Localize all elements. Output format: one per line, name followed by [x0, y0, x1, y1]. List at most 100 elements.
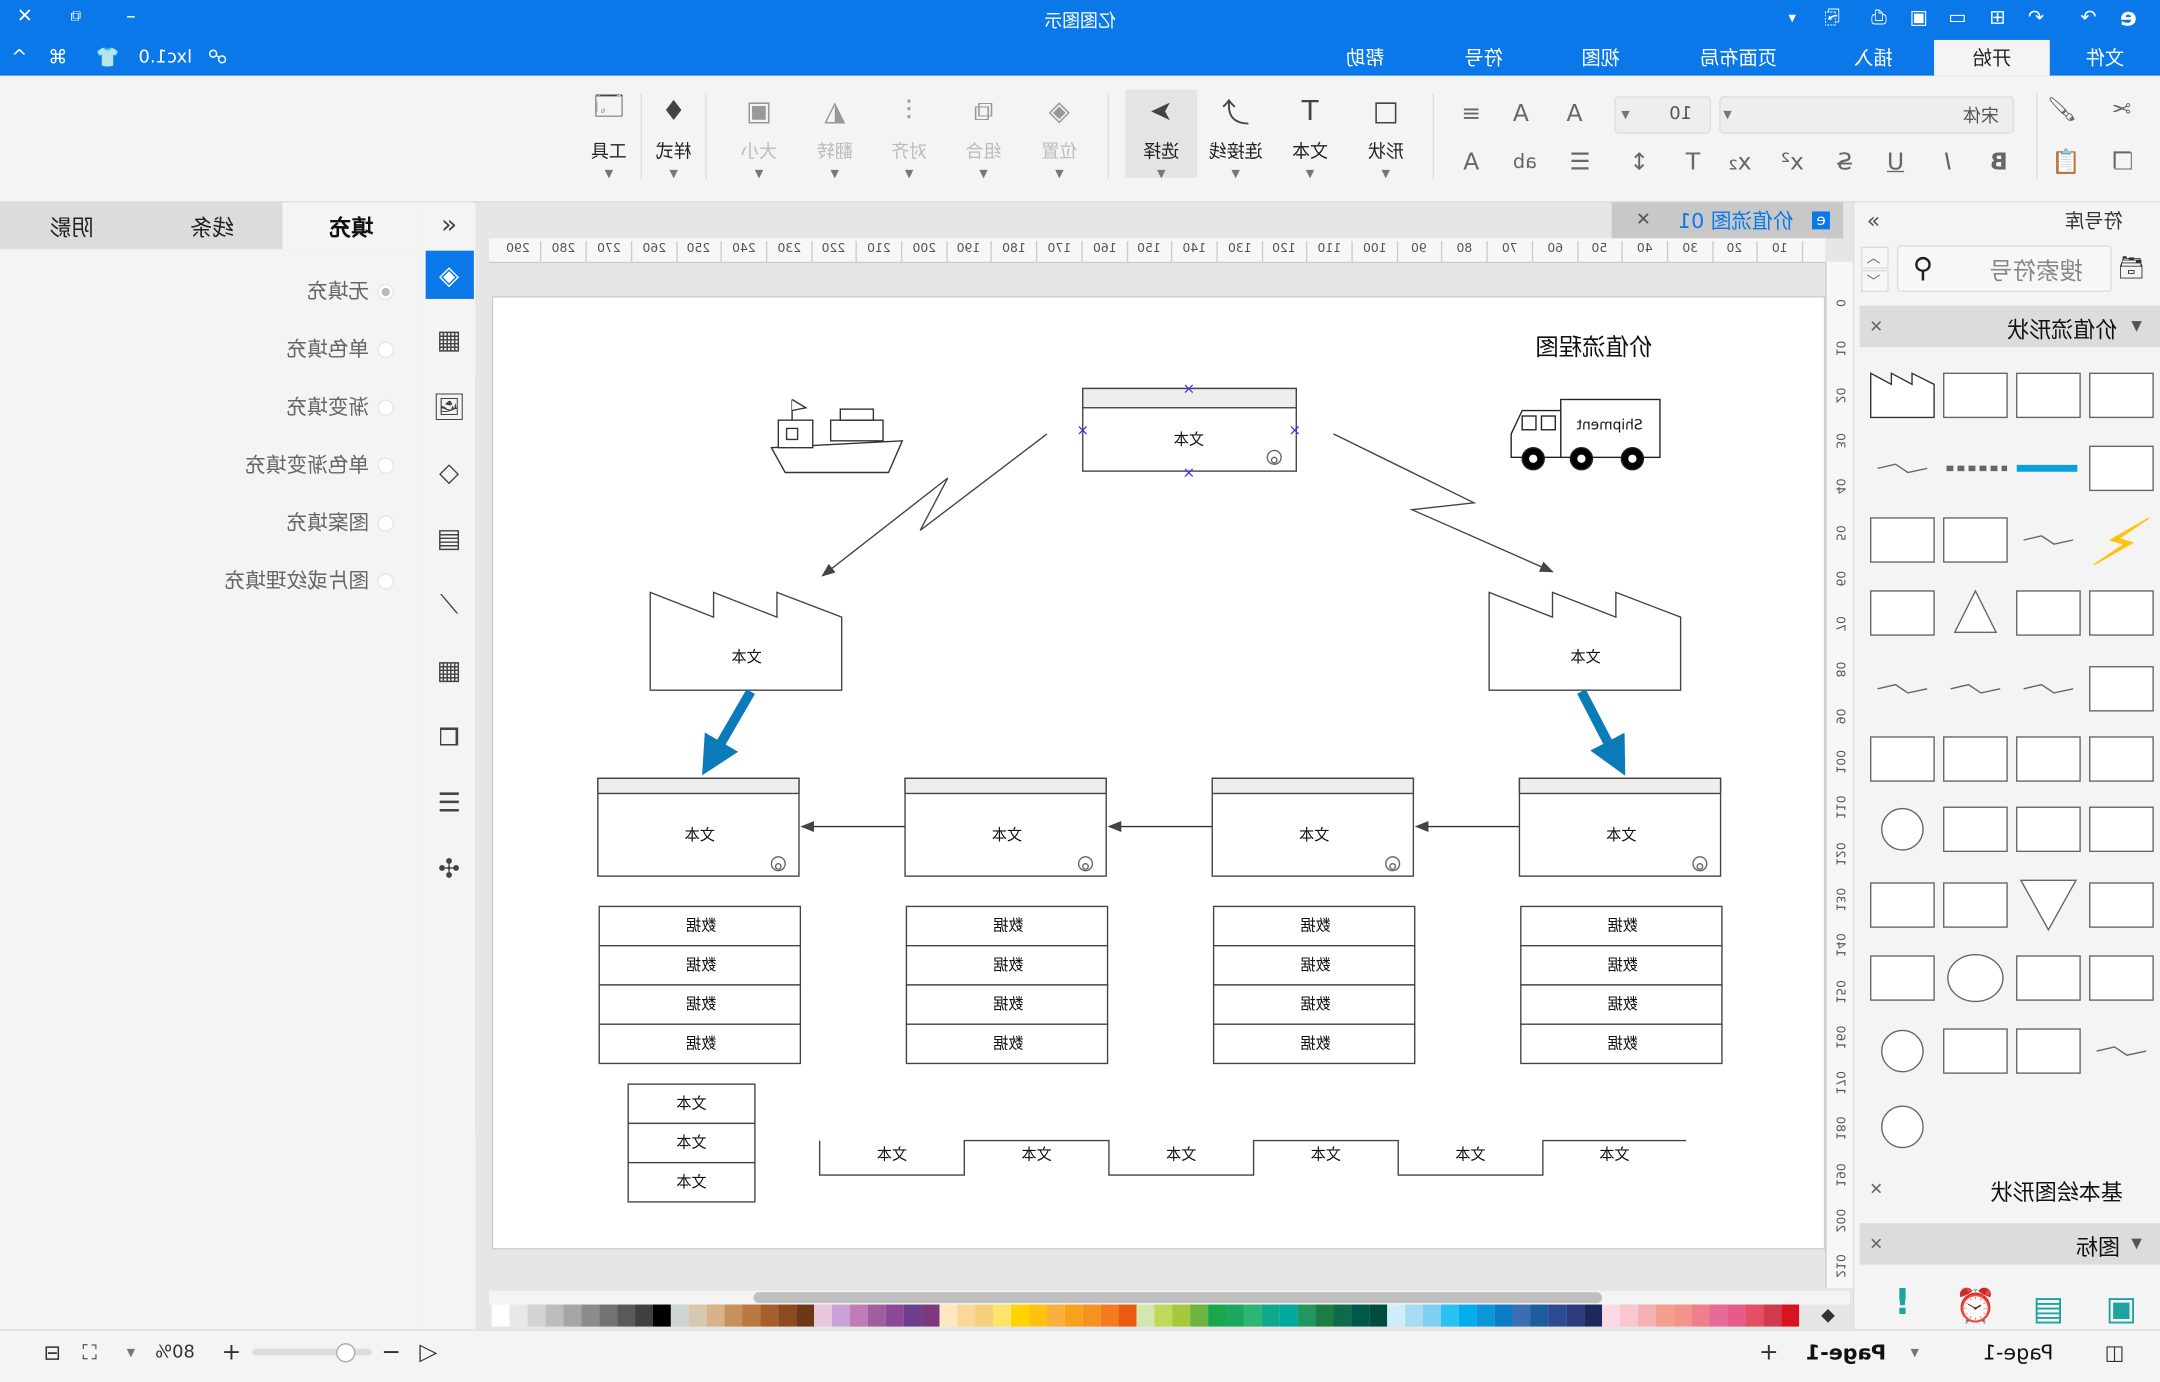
page-select[interactable]: Page-1	[1983, 1340, 2054, 1365]
tab-symbols[interactable]: 符号	[1464, 44, 1503, 72]
diagram-canvas[interactable]: 价值流程图文本×× ××Shipment文本 文本文本数据数据数据数据文本数据数据数…	[492, 296, 1823, 1247]
align-icon[interactable]: ⫶	[906, 94, 913, 127]
font-color-icon[interactable]: A	[1463, 149, 1479, 177]
ribbon-button-label[interactable]: 工具	[591, 137, 627, 164]
palette-swatch[interactable]	[1190, 1304, 1209, 1327]
zoom-dropdown-icon[interactable]: ▼	[127, 1347, 135, 1359]
alarm-clock-icon[interactable]: ⏰	[1955, 1287, 1996, 1326]
chevron-down-icon[interactable]: ▼	[905, 167, 913, 179]
chevron-down-icon[interactable]: ▼	[669, 167, 677, 179]
palette-swatch[interactable]	[1387, 1304, 1406, 1327]
palette-swatch[interactable]	[1584, 1304, 1603, 1327]
palette-swatch[interactable]	[1619, 1304, 1638, 1327]
palette-swatch[interactable]	[778, 1304, 797, 1327]
factory-shape[interactable]	[1488, 591, 1682, 691]
palette-swatch[interactable]	[1405, 1304, 1424, 1327]
palette-swatch[interactable]	[1136, 1304, 1155, 1327]
palette-swatch[interactable]	[1082, 1304, 1101, 1327]
fill-option-radio[interactable]	[377, 283, 394, 301]
refresh-icon[interactable]	[1881, 1105, 1924, 1149]
ribbon-button-label[interactable]: 组合	[966, 137, 1002, 164]
style-icon[interactable]: ♦	[661, 94, 686, 127]
palette-swatch[interactable]	[1727, 1304, 1746, 1327]
circle-icon[interactable]	[1881, 1029, 1924, 1073]
customer-box-icon[interactable]	[2016, 372, 2081, 419]
selection-handle[interactable]: ×	[1182, 379, 1195, 397]
palette-swatch[interactable]	[939, 1304, 958, 1327]
palette-swatch[interactable]	[1261, 1304, 1280, 1327]
chevron-down-icon[interactable]: ▼	[605, 167, 613, 179]
fill-option-radio[interactable]	[377, 457, 394, 474]
strikethrough-icon[interactable]: S̶	[1837, 149, 1852, 177]
palette-swatch[interactable]	[1637, 1304, 1656, 1327]
id-card-icon[interactable]: ▤	[2033, 1289, 2064, 1328]
palette-swatch[interactable]	[1476, 1304, 1495, 1327]
palette-swatch[interactable]	[1655, 1304, 1674, 1327]
search-icon[interactable]: ⚲	[1913, 251, 1933, 284]
plain-box-icon[interactable]	[2089, 806, 2154, 853]
electronic-info-icon[interactable]	[1877, 463, 1928, 474]
tab-line[interactable]: 线条	[190, 209, 234, 242]
text-icon[interactable]: T	[1302, 94, 1319, 127]
chevron-down-icon[interactable]: ▼	[979, 167, 987, 179]
export-icon[interactable]: ⎘	[1824, 7, 1839, 29]
fill-option-radio[interactable]	[377, 515, 394, 532]
tab-shadow[interactable]: 阴影	[50, 209, 94, 242]
zoom-out-icon[interactable]: −	[381, 1339, 401, 1367]
chevron-down-icon[interactable]: ▼	[1621, 108, 1629, 120]
collapse-section-icon[interactable]: ▼	[2131, 319, 2142, 334]
chevron-down-icon[interactable]: ▼	[1306, 167, 1314, 179]
section-label-value-stream[interactable]: 价值流形状	[2007, 311, 2117, 344]
airplane-icon[interactable]	[1870, 517, 1935, 563]
palette-swatch[interactable]	[993, 1304, 1012, 1327]
timeline-ladder[interactable]	[818, 1139, 1687, 1176]
palette-swatch[interactable]	[1512, 1304, 1531, 1327]
fill-option-label[interactable]: 单色填充	[287, 334, 370, 363]
expand-panel-icon[interactable]: »	[1867, 207, 1880, 233]
close-tab-icon[interactable]: ✕	[1636, 210, 1651, 231]
section-label-basic-shapes[interactable]: 基本绘图形状	[1991, 1174, 2123, 1207]
exclamation-icon[interactable]: !	[1894, 1283, 1910, 1324]
rail-icon[interactable]	[2016, 590, 2081, 636]
palette-swatch[interactable]	[1745, 1304, 1764, 1327]
triangle-down-icon[interactable]	[2019, 879, 2078, 932]
palette-swatch[interactable]	[635, 1304, 653, 1327]
collapse-panel-icon[interactable]: «	[441, 209, 457, 239]
chevron-down-icon[interactable]: ▼	[1055, 167, 1063, 179]
signal-icon[interactable]	[2096, 1046, 2147, 1056]
palette-swatch[interactable]	[814, 1304, 833, 1327]
hatch-1-icon[interactable]	[2016, 736, 2081, 782]
cylinder-icon[interactable]	[1947, 953, 2004, 1003]
u-shape-icon[interactable]	[2089, 882, 2154, 928]
tab-page-layout[interactable]: 页面布局	[1700, 44, 1777, 72]
truck-icon[interactable]	[1510, 398, 1661, 471]
flip-icon[interactable]: ◭	[824, 94, 845, 127]
close-icon[interactable]: ✕	[17, 6, 33, 28]
new-icon[interactable]: ⊞	[1989, 7, 2005, 29]
save-icon[interactable]: ▣	[1910, 7, 1928, 29]
timeline-step-icon[interactable]	[2023, 683, 2074, 694]
minimize-icon[interactable]: –	[126, 6, 136, 28]
superscript-icon[interactable]: x²	[1781, 149, 1804, 177]
palette-swatch[interactable]	[1351, 1304, 1370, 1327]
zoom-in-icon[interactable]: +	[222, 1339, 242, 1367]
table-icon[interactable]: ▦	[437, 656, 462, 686]
undo-icon[interactable]: ↶	[2028, 7, 2044, 29]
person-chat-icon[interactable]	[2089, 955, 2154, 1001]
restore-icon[interactable]: ⧉	[70, 7, 81, 26]
palette-swatch[interactable]	[760, 1304, 779, 1327]
palette-swatch[interactable]	[849, 1304, 868, 1327]
palette-swatch[interactable]	[1243, 1304, 1262, 1327]
page-dropdown-icon[interactable]: ▼	[1911, 1347, 1919, 1359]
hatch-2-icon[interactable]	[2089, 736, 2154, 782]
palette-swatch[interactable]	[1297, 1304, 1316, 1327]
paste-icon[interactable]: 📋	[2052, 149, 2081, 177]
text-case-icon[interactable]: T	[1686, 149, 1700, 177]
glasses-icon[interactable]	[1870, 882, 1935, 928]
ribbon-button-label[interactable]: 文本	[1292, 137, 1328, 164]
palette-swatch[interactable]	[1279, 1304, 1298, 1327]
page-tab[interactable]: Page-1	[1806, 1340, 1886, 1365]
palette-swatch[interactable]	[921, 1304, 940, 1327]
funnel-icon[interactable]	[1943, 882, 2008, 928]
operator-icon[interactable]	[1881, 807, 1924, 851]
